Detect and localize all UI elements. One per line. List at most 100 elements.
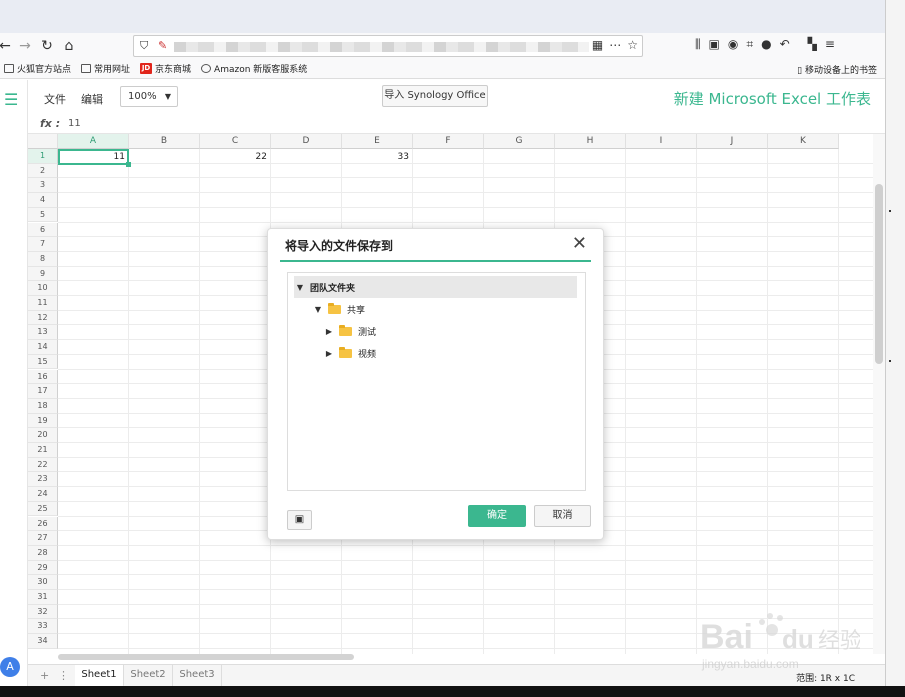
row-header[interactable]: 27	[28, 531, 58, 546]
row-header[interactable]: 21	[28, 443, 58, 458]
column-header[interactable]: A	[58, 134, 129, 149]
home-icon[interactable]: ⌂	[58, 35, 80, 57]
url-bar[interactable]: ⛉ ✎ ▦ ⋯ ☆	[133, 35, 643, 57]
grid-row-line	[58, 574, 873, 576]
tab-sheet1[interactable]: Sheet1	[75, 665, 124, 687]
confirm-button[interactable]: 确定	[468, 505, 526, 527]
menu-icon[interactable]: ≡	[825, 37, 835, 52]
row-header[interactable]: 28	[28, 545, 58, 561]
row-header[interactable]: 6	[28, 222, 58, 238]
column-header[interactable]: G	[484, 134, 555, 149]
avatar[interactable]: A	[0, 657, 20, 677]
caret-right-icon[interactable]: ▶	[323, 349, 335, 358]
column-header[interactable]: B	[129, 134, 200, 149]
hamburger-menu-icon[interactable]: ☰	[4, 90, 18, 109]
corner-cell[interactable]	[28, 134, 58, 149]
row-header[interactable]: 18	[28, 398, 58, 414]
new-folder-icon: ▣	[294, 514, 305, 525]
row-header[interactable]: 3	[28, 178, 58, 194]
document-title[interactable]: 新建 Microsoft Excel 工作表	[674, 88, 871, 109]
row-header[interactable]: 29	[28, 560, 58, 576]
bookmark-jd[interactable]: JD 京东商城	[140, 62, 191, 75]
row-header[interactable]: 33	[28, 619, 58, 635]
row-header[interactable]: 17	[28, 384, 58, 399]
forward-icon[interactable]: →	[14, 35, 36, 57]
caret-down-icon[interactable]: ▼	[312, 305, 324, 314]
shield-icon: ⛉	[140, 39, 149, 52]
column-header[interactable]: K	[768, 134, 839, 149]
row-header[interactable]: 34	[28, 634, 58, 649]
bookmark-firefox[interactable]: 火狐官方站点	[4, 62, 71, 75]
column-header[interactable]: F	[413, 134, 484, 149]
column-header[interactable]: J	[697, 134, 768, 149]
sidebar-icon[interactable]: ▣	[709, 37, 720, 52]
column-header[interactable]: C	[200, 134, 271, 149]
add-sheet-icon[interactable]: +	[40, 669, 49, 682]
row-header[interactable]: 26	[28, 516, 58, 532]
reload-icon[interactable]: ↻	[36, 35, 58, 57]
row-header[interactable]: 23	[28, 472, 58, 488]
row-header[interactable]: 20	[28, 428, 58, 443]
column-header[interactable]: E	[342, 134, 413, 149]
row-header[interactable]: 16	[28, 369, 58, 385]
tab-sheet2[interactable]: Sheet2	[124, 665, 173, 687]
caret-down-icon[interactable]: ▼	[294, 283, 306, 292]
menu-file[interactable]: 文件	[44, 91, 66, 107]
more-icon[interactable]: ⋯	[609, 38, 621, 52]
row-header[interactable]: 11	[28, 296, 58, 311]
row-header[interactable]: 22	[28, 457, 58, 473]
tree-node-test[interactable]: ▶ 测试	[294, 320, 577, 342]
row-header[interactable]: 1	[28, 149, 58, 164]
horizontal-scrollbar[interactable]	[58, 654, 354, 660]
row-header[interactable]: 13	[28, 325, 58, 341]
library-icon[interactable]: ⫼	[695, 37, 701, 52]
row-header[interactable]: 25	[28, 501, 58, 517]
row-header[interactable]: 7	[28, 237, 58, 252]
menu-edit[interactable]: 编辑	[81, 91, 103, 107]
account-icon[interactable]: ◉	[728, 37, 738, 52]
selected-cell-outline[interactable]	[58, 149, 131, 167]
formula-value[interactable]: 11	[68, 118, 81, 129]
new-folder-button[interactable]: ▣	[287, 510, 312, 530]
column-header[interactable]: D	[271, 134, 342, 149]
extensions-icon[interactable]: ▚	[808, 37, 817, 52]
row-header[interactable]: 14	[28, 340, 58, 355]
column-header[interactable]: H	[555, 134, 626, 149]
qr-code-icon[interactable]: ▦	[592, 38, 603, 52]
row-header[interactable]: 15	[28, 354, 58, 370]
import-synology-office-button[interactable]: 导入 Synology Office	[382, 85, 488, 107]
caret-right-icon[interactable]: ▶	[323, 327, 335, 336]
chat-icon[interactable]: ●	[761, 37, 771, 52]
vertical-scrollbar[interactable]	[873, 134, 885, 654]
zoom-select[interactable]: 100% ▼	[120, 86, 178, 107]
undo-icon[interactable]: ↶	[780, 37, 790, 52]
bookmark-amazon[interactable]: Amazon 新版客服系统	[201, 62, 307, 75]
row-header[interactable]: 24	[28, 487, 58, 502]
tree-node-video[interactable]: ▶ 视频	[294, 342, 577, 364]
close-icon[interactable]: ✕	[572, 233, 587, 254]
cell-c1[interactable]: 22	[200, 150, 271, 164]
row-header[interactable]: 12	[28, 310, 58, 326]
tree-node-shared[interactable]: ▼ 共享	[294, 298, 577, 320]
row-header[interactable]: 8	[28, 251, 58, 267]
row-header[interactable]: 10	[28, 281, 58, 296]
cancel-button[interactable]: 取消	[534, 505, 591, 527]
row-header[interactable]: 9	[28, 266, 58, 282]
bookmark-common[interactable]: 常用网址	[81, 62, 130, 75]
row-header[interactable]: 2	[28, 163, 58, 179]
column-header[interactable]: I	[626, 134, 697, 149]
cell-e1[interactable]: 33	[342, 150, 413, 164]
row-header[interactable]: 4	[28, 193, 58, 208]
tab-sheet3[interactable]: Sheet3	[173, 665, 222, 687]
screenshot-icon[interactable]: ⌗	[746, 37, 753, 52]
sheet-list-icon[interactable]: ⋮	[58, 669, 69, 682]
row-header[interactable]: 19	[28, 413, 58, 429]
star-icon[interactable]: ☆	[627, 38, 638, 52]
scroll-thumb[interactable]	[875, 184, 883, 364]
row-header[interactable]: 5	[28, 207, 58, 223]
mobile-bookmarks[interactable]: ▯ 移动设备上的书签	[797, 63, 877, 76]
row-header[interactable]: 30	[28, 575, 58, 590]
row-header[interactable]: 32	[28, 604, 58, 620]
row-header[interactable]: 31	[28, 590, 58, 605]
tree-node-team-folder[interactable]: ▼ 团队文件夹	[294, 276, 577, 298]
